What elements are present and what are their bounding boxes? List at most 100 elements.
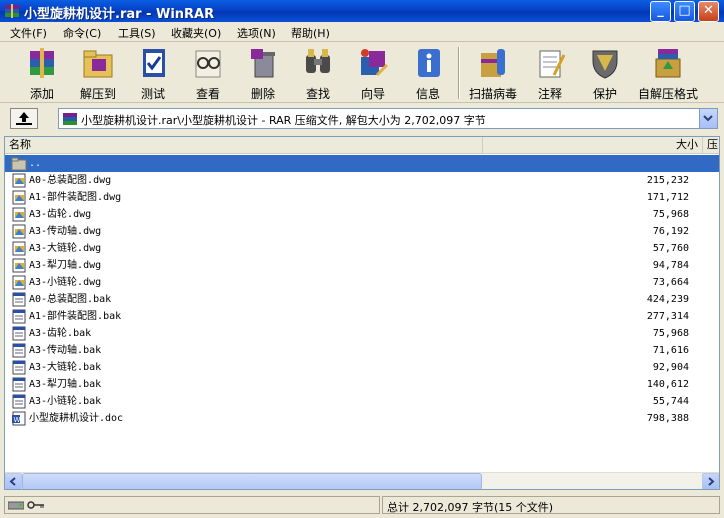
virus-scan-icon (481, 49, 505, 77)
toolbar: 添加 解压到 测试 查看 删除 查找 向导 信息 扫描病毒 注释 保护 自解压格… (0, 43, 724, 103)
menu-options[interactable]: 选项(N) (237, 25, 276, 41)
column-size[interactable]: 大小 (483, 137, 703, 154)
scan-virus-button[interactable]: 扫描病毒 (465, 45, 521, 101)
file-size: 73,664 (652, 277, 689, 288)
file-name: A3-传动轴.bak (29, 345, 102, 356)
address-dropdown-button[interactable] (699, 109, 717, 128)
view-label: 查看 (195, 87, 220, 101)
up-folder-button[interactable] (10, 108, 38, 129)
sfx-box-icon (655, 49, 681, 78)
file-size: 140,612 (646, 379, 689, 390)
bak-file-icon (12, 360, 26, 375)
file-row[interactable]: A3-小链轮.bak 55,744 (5, 393, 719, 410)
dwg-file-icon (12, 275, 26, 290)
file-list[interactable]: 名称 大小 压 .. A0-总装配图.dwg 215,232 A1-部件装配图.dwg… (4, 136, 720, 490)
horizontal-scrollbar[interactable] (5, 472, 719, 489)
dwg-file-icon (12, 241, 26, 256)
menu-tools[interactable]: 工具(S) (118, 25, 156, 41)
scroll-thumb[interactable] (22, 473, 482, 489)
file-name: A3-齿轮.dwg (29, 209, 92, 220)
column-name[interactable]: 名称 (5, 137, 483, 154)
chevron-right-icon (708, 477, 715, 486)
find-binoculars-icon (306, 49, 330, 73)
menu-favorites[interactable]: 收藏夹(O) (171, 25, 221, 41)
info-button[interactable]: 信息 (400, 45, 456, 101)
protect-button[interactable]: 保护 (577, 45, 633, 101)
file-name: A0-总装配图.bak (29, 294, 112, 305)
dwg-file-icon (12, 224, 26, 239)
delete-button[interactable]: 删除 (235, 45, 291, 101)
add-books-icon (30, 48, 54, 78)
file-row[interactable]: W 小型旋耕机设计.doc 798,388 (5, 410, 719, 427)
maximize-button[interactable]: □ (674, 1, 695, 22)
chevron-left-icon (9, 477, 16, 486)
address-path-box[interactable]: 小型旋耕机设计.rar\小型旋耕机设计 - RAR 压缩文件, 解包大小为 2,… (58, 108, 718, 129)
menu-help[interactable]: 帮助(H) (291, 25, 330, 41)
extract-to-button[interactable]: 解压到 (70, 45, 126, 101)
file-name: A3-大链轮.bak (29, 362, 102, 373)
view-button[interactable]: 查看 (180, 45, 236, 101)
file-name: .. (29, 158, 42, 169)
file-row[interactable]: A3-传动轴.bak 71,616 (5, 342, 719, 359)
window-title: 小型旋耕机设计.rar - WinRAR (24, 7, 215, 22)
file-row[interactable]: A3-齿轮.dwg 75,968 (5, 206, 719, 223)
info-icon (418, 49, 440, 77)
file-row[interactable]: A3-齿轮.bak 75,968 (5, 325, 719, 342)
file-size: 75,968 (652, 328, 689, 339)
test-label: 测试 (140, 87, 165, 101)
add-button[interactable]: 添加 (14, 45, 70, 101)
bak-file-icon (12, 326, 26, 341)
close-button[interactable]: ✕ (698, 1, 719, 22)
sfx-button[interactable]: 自解压格式 (638, 45, 698, 101)
bak-file-icon (12, 377, 26, 392)
view-glasses-icon (195, 50, 221, 78)
column-header: 名称 大小 压 (5, 137, 719, 154)
parent-folder-row[interactable]: .. (5, 155, 719, 172)
file-row[interactable]: A3-大链轮.dwg 57,760 (5, 240, 719, 257)
delete-label: 删除 (250, 87, 275, 101)
wizard-button[interactable]: 向导 (345, 45, 401, 101)
comment-label: 注释 (537, 87, 562, 101)
wizard-label: 向导 (360, 87, 385, 101)
doc-file-icon: W (12, 411, 26, 426)
file-name: A3-犁刀轴.bak (29, 379, 102, 390)
scroll-right-button[interactable] (702, 473, 719, 489)
file-size: 277,314 (646, 311, 689, 322)
file-row[interactable]: A3-小链轮.dwg 73,664 (5, 274, 719, 291)
file-row[interactable]: A1-部件装配图.bak 277,314 (5, 308, 719, 325)
file-size: 798,388 (646, 413, 689, 424)
file-name: A0-总装配图.dwg (29, 175, 112, 186)
address-path-text: 小型旋耕机设计.rar\小型旋耕机设计 - RAR 压缩文件, 解包大小为 2,… (81, 114, 486, 127)
file-row[interactable]: A3-传动轴.dwg 76,192 (5, 223, 719, 240)
file-row[interactable]: A3-犁刀轴.bak 140,612 (5, 376, 719, 393)
comment-button[interactable]: 注释 (522, 45, 578, 101)
menu-commands[interactable]: 命令(C) (63, 25, 101, 41)
column-packed[interactable]: 压 (703, 137, 719, 154)
file-size: 57,760 (652, 243, 689, 254)
status-left-panel (4, 496, 380, 514)
info-label: 信息 (415, 87, 440, 101)
file-row[interactable]: A3-大链轮.bak 92,904 (5, 359, 719, 376)
toolbar-separator (458, 47, 460, 99)
file-size: 171,712 (646, 192, 689, 203)
chevron-down-icon (703, 115, 713, 122)
find-button[interactable]: 查找 (290, 45, 346, 101)
file-row[interactable]: A0-总装配图.bak 424,239 (5, 291, 719, 308)
wizard-magic-icon (361, 49, 389, 77)
menu-file[interactable]: 文件(F) (10, 25, 47, 41)
minimize-button[interactable]: _ (650, 1, 671, 22)
file-row[interactable]: A0-总装配图.dwg 215,232 (5, 172, 719, 189)
file-size: 75,968 (652, 209, 689, 220)
scroll-left-button[interactable] (5, 473, 22, 489)
file-row[interactable]: A1-部件装配图.dwg 171,712 (5, 189, 719, 206)
extract-to-label: 解压到 (79, 87, 116, 101)
comment-notepad-icon (539, 50, 566, 78)
file-name: A1-部件装配图.dwg (29, 192, 122, 203)
status-bar: 总计 2,702,097 字节(15 个文件) (0, 494, 724, 518)
up-arrow-icon (16, 112, 32, 125)
scan-virus-label: 扫描病毒 (468, 87, 517, 101)
file-name: A3-齿轮.bak (29, 328, 92, 339)
file-row[interactable]: A3-犁刀轴.dwg 94,784 (5, 257, 719, 274)
test-button[interactable]: 测试 (125, 45, 181, 101)
parent-folder-icon (11, 157, 27, 171)
